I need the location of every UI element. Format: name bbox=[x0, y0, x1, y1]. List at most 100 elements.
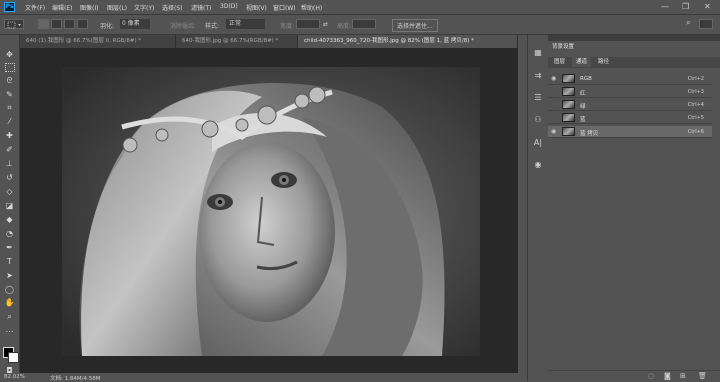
menu-image[interactable]: 图像(I) bbox=[80, 3, 98, 12]
channel-thumbnail bbox=[562, 100, 575, 109]
antialias-checkbox[interactable]: 消除锯齿 bbox=[170, 21, 194, 30]
dodge-icon[interactable]: ◔ bbox=[3, 228, 16, 239]
tools-panel: ✥ ᘓ ✎ ⌗ ⁄ ✚ ✐ ⊥ ↺ ◇ ◪ ◆ ◔ ✒ T ➤ ◯ ✋ ⌕ … … bbox=[0, 35, 20, 381]
tab-layers[interactable]: 图层 bbox=[550, 57, 569, 67]
channel-shortcut: Ctrl+6 bbox=[687, 129, 704, 135]
layers-panel-icon[interactable]: ◉ bbox=[532, 159, 544, 171]
height-input[interactable] bbox=[352, 19, 376, 29]
status-bar: 82.02% 文档: 1.84M/4.58M bbox=[0, 373, 518, 382]
document-tabs: 640 (1).我图形 @ 66.7%(图层 0, RGB/8#) * 640-… bbox=[20, 35, 518, 48]
save-selection-icon[interactable]: ◙ bbox=[664, 372, 671, 380]
menu-bar: Ps 文件(F) 编辑(E) 图像(I) 图层(L) 文字(Y) 选择(S) 滤… bbox=[0, 0, 720, 15]
width-input[interactable] bbox=[296, 19, 320, 29]
menu-type[interactable]: 文字(Y) bbox=[134, 3, 154, 12]
panel-icon-strip: ▦ ⇉ ☰ ⚇ A| ◉ bbox=[527, 35, 549, 381]
menu-3d[interactable]: 3D(D) bbox=[220, 3, 238, 10]
hand-icon[interactable]: ✋ bbox=[3, 297, 16, 308]
zoom-level[interactable]: 82.02% bbox=[4, 374, 25, 380]
pen-icon[interactable]: ✒ bbox=[3, 242, 16, 253]
type-icon[interactable]: T bbox=[3, 256, 16, 267]
marquee-icon[interactable] bbox=[5, 63, 15, 72]
eyedropper-icon[interactable]: ⁄ bbox=[3, 116, 16, 127]
channel-thumbnail bbox=[562, 127, 575, 136]
intersect-selection-button[interactable] bbox=[77, 19, 88, 29]
search-icon[interactable]: ⌕ bbox=[686, 18, 690, 28]
load-selection-icon[interactable]: ◌ bbox=[648, 372, 654, 380]
menu-edit[interactable]: 编辑(E) bbox=[52, 3, 72, 12]
healing-icon[interactable]: ✚ bbox=[3, 130, 16, 141]
channel-shortcut: Ctrl+2 bbox=[687, 76, 704, 82]
gradient-icon[interactable]: ◪ bbox=[3, 200, 16, 211]
close-button[interactable]: ✕ bbox=[704, 2, 711, 11]
move-icon[interactable]: ✥ bbox=[3, 49, 16, 60]
channel-shortcut: Ctrl+3 bbox=[687, 89, 704, 95]
quick-select-icon[interactable]: ✎ bbox=[3, 89, 16, 100]
photoshop-logo: Ps bbox=[4, 2, 15, 12]
channel-row-blue[interactable]: 蓝 Ctrl+5 bbox=[548, 112, 712, 124]
menu-file[interactable]: 文件(F) bbox=[25, 3, 45, 12]
tab-document-3[interactable]: child-4073363_960_720-我图形.jpg @ 82% (图层 … bbox=[298, 35, 518, 48]
workspace-button[interactable] bbox=[699, 19, 713, 29]
panel-header-bar bbox=[548, 35, 720, 41]
stamp-icon[interactable]: ⊥ bbox=[3, 158, 16, 169]
lasso-icon[interactable]: ᘓ bbox=[3, 75, 16, 86]
adjustments-panel-icon[interactable]: ⇉ bbox=[532, 70, 544, 82]
channel-row-red[interactable]: 红 Ctrl+3 bbox=[548, 86, 712, 98]
new-channel-icon[interactable]: ⊞ bbox=[680, 372, 686, 380]
tool-preset-picker[interactable] bbox=[4, 19, 24, 29]
channel-row-green[interactable]: 绿 Ctrl+4 bbox=[548, 99, 712, 111]
history-panel-icon[interactable]: ▦ bbox=[532, 47, 544, 59]
menu-select[interactable]: 选择(S) bbox=[162, 3, 183, 12]
visibility-eye-icon[interactable]: ◉ bbox=[551, 128, 556, 135]
properties-panel-icon[interactable]: ☰ bbox=[532, 92, 544, 104]
channel-name: 蓝 bbox=[580, 117, 586, 123]
history-brush-icon[interactable]: ↺ bbox=[3, 172, 16, 183]
info-panel-icon[interactable]: ⚇ bbox=[532, 114, 544, 126]
zoom-icon[interactable]: ⌕ bbox=[3, 311, 16, 322]
character-panel-icon[interactable]: A| bbox=[532, 137, 544, 149]
panel-tab-bar: 图层 通道 路径 bbox=[548, 57, 720, 68]
subtract-selection-button[interactable] bbox=[64, 19, 75, 29]
delete-channel-icon[interactable]: 🗑 bbox=[698, 372, 707, 380]
menu-layer[interactable]: 图层(L) bbox=[107, 3, 127, 12]
style-select[interactable]: 正常 bbox=[226, 19, 266, 29]
new-selection-button[interactable] bbox=[38, 19, 49, 29]
channel-name: RGB bbox=[580, 76, 592, 82]
maximize-button[interactable]: ❐ bbox=[682, 2, 689, 11]
panel-footer: ◌ ◙ ⊞ 🗑 bbox=[548, 370, 720, 382]
panel-title: 背景设置 bbox=[552, 44, 575, 50]
menu-help[interactable]: 帮助(H) bbox=[301, 3, 322, 12]
swap-icon[interactable]: ⇄ bbox=[323, 21, 328, 28]
feather-label: 羽化: bbox=[100, 23, 115, 30]
style-label: 样式: bbox=[205, 23, 220, 30]
feather-input[interactable]: 0 像素 bbox=[120, 19, 150, 29]
menu-filter[interactable]: 滤镜(T) bbox=[191, 3, 211, 12]
background-color-swatch[interactable] bbox=[8, 352, 19, 363]
channel-row-blue-copy[interactable]: ◉ 蓝 拷贝 Ctrl+6 bbox=[548, 126, 712, 138]
path-select-icon[interactable]: ➤ bbox=[3, 270, 16, 281]
channel-thumbnail bbox=[562, 87, 575, 96]
channel-shortcut: Ctrl+5 bbox=[687, 115, 704, 121]
blur-icon[interactable]: ◆ bbox=[3, 214, 16, 225]
tab-document-2[interactable]: 640-我图形.jpg @ 66.7%(RGB/8#) * bbox=[176, 35, 298, 48]
add-selection-button[interactable] bbox=[51, 19, 62, 29]
more-icon[interactable]: … bbox=[3, 324, 16, 335]
tab-paths[interactable]: 路径 bbox=[594, 57, 613, 67]
select-and-mask-button[interactable]: 选择并遮住... bbox=[392, 19, 438, 32]
brush-icon[interactable]: ✐ bbox=[3, 144, 16, 155]
minimize-button[interactable]: — bbox=[661, 2, 669, 11]
menu-window[interactable]: 窗口(W) bbox=[273, 3, 296, 12]
shape-icon[interactable]: ◯ bbox=[3, 284, 16, 295]
menu-view[interactable]: 视图(V) bbox=[246, 3, 267, 12]
marquee-icon bbox=[7, 21, 21, 29]
eraser-icon[interactable]: ◇ bbox=[3, 186, 16, 197]
channel-name: 红 bbox=[580, 91, 586, 97]
channel-shortcut: Ctrl+4 bbox=[687, 102, 704, 108]
document-image[interactable] bbox=[62, 67, 480, 356]
crop-icon[interactable]: ⌗ bbox=[3, 102, 16, 113]
tab-channels[interactable]: 通道 bbox=[572, 57, 592, 67]
visibility-eye-icon[interactable]: ◉ bbox=[551, 75, 556, 82]
channel-name: 绿 bbox=[580, 104, 586, 110]
tab-document-1[interactable]: 640 (1).我图形 @ 66.7%(图层 0, RGB/8#) * bbox=[20, 35, 176, 48]
channel-row-rgb[interactable]: ◉ RGB Ctrl+2 bbox=[548, 73, 712, 85]
